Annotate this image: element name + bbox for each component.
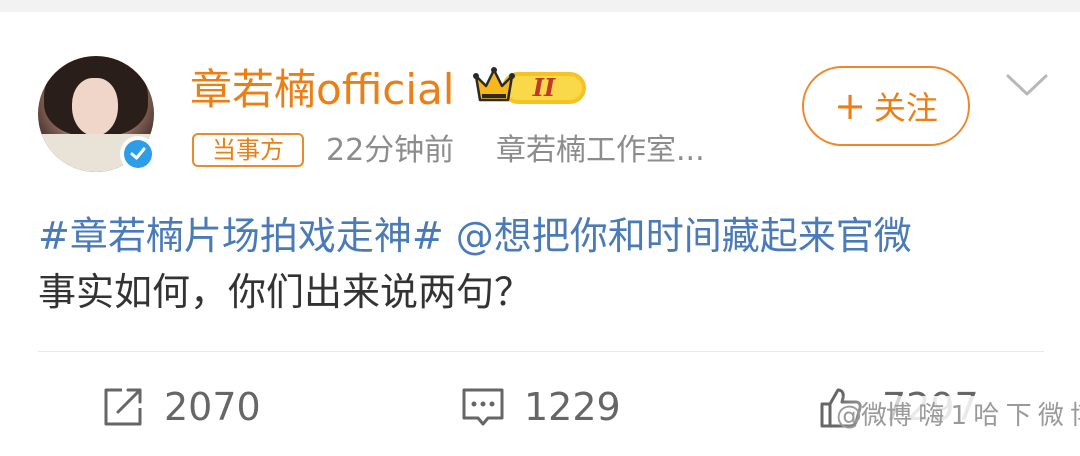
chevron-down-icon[interactable] [1004, 70, 1050, 100]
post-text: 事实如何，你们出来说两句？ [38, 270, 533, 314]
comment-count: 1229 [524, 385, 621, 429]
post-content: #章若楠片场拍戏走神# @想把你和时间藏起来官微 事实如何，你们出来说两句？ [38, 208, 1048, 320]
mention-link[interactable]: @想把你和时间藏起来官微 [456, 214, 912, 258]
hashtag-link[interactable]: #章若楠片场拍戏走神# [38, 214, 444, 258]
comment-button[interactable]: 1229 [460, 382, 621, 432]
member-crown-badge-icon[interactable]: II [472, 64, 590, 110]
repost-icon [104, 388, 142, 426]
top-separator [0, 0, 1080, 12]
stakeholder-tag: 当事方 [192, 133, 304, 167]
follow-button[interactable]: + 关注 [802, 66, 970, 146]
comment-icon [462, 388, 504, 426]
author-name[interactable]: 章若楠official [190, 64, 454, 116]
repost-count: 2070 [164, 385, 261, 429]
post-time: 22分钟前 [326, 133, 455, 168]
follow-label: 关注 [873, 89, 938, 127]
divider [38, 351, 1044, 352]
repost-button[interactable]: 2070 [100, 382, 261, 432]
post-source[interactable]: 章若楠工作室... [496, 132, 705, 170]
watermark: @微博 嗨 1 哈 下 微 博 [836, 396, 1080, 436]
member-badge-text: II [532, 73, 556, 102]
plus-icon: + [834, 84, 866, 128]
verified-check-icon [120, 136, 156, 172]
